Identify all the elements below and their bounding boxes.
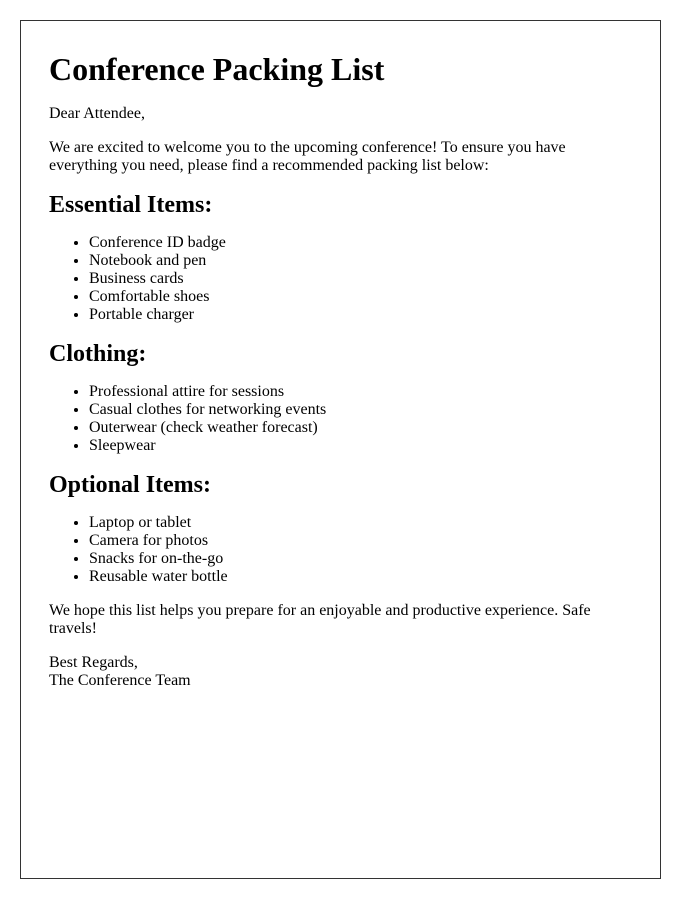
signoff: Best Regards, The Conference Team bbox=[49, 654, 632, 690]
list-item: Camera for photos bbox=[89, 532, 632, 550]
item-list: Laptop or tablet Camera for photos Snack… bbox=[49, 514, 632, 586]
list-item: Notebook and pen bbox=[89, 252, 632, 270]
list-item: Business cards bbox=[89, 270, 632, 288]
item-list: Professional attire for sessions Casual … bbox=[49, 383, 632, 455]
list-item: Outerwear (check weather forecast) bbox=[89, 419, 632, 437]
letter-page: Conference Packing List Dear Attendee, W… bbox=[20, 20, 661, 879]
list-item: Professional attire for sessions bbox=[89, 383, 632, 401]
section-heading: Clothing: bbox=[49, 341, 147, 367]
list-item: Casual clothes for networking events bbox=[89, 401, 632, 419]
section-essential-items: Essential Items: Conference ID badge Not… bbox=[49, 189, 632, 324]
item-list: Conference ID badge Notebook and pen Bus… bbox=[49, 234, 632, 324]
signoff-signature: The Conference Team bbox=[49, 672, 191, 689]
list-item: Reusable water bottle bbox=[89, 568, 632, 586]
list-item: Snacks for on-the-go bbox=[89, 550, 632, 568]
greeting: Dear Attendee, bbox=[49, 105, 145, 122]
intro-paragraph: We are excited to welcome you to the upc… bbox=[49, 139, 566, 174]
list-item: Laptop or tablet bbox=[89, 514, 632, 532]
list-item: Conference ID badge bbox=[89, 234, 632, 252]
list-item: Sleepwear bbox=[89, 437, 632, 455]
section-heading: Optional Items: bbox=[49, 472, 211, 498]
list-item: Portable charger bbox=[89, 306, 632, 324]
section-clothing: Clothing: Professional attire for sessio… bbox=[49, 338, 632, 455]
page-title: Conference Packing List bbox=[49, 51, 385, 87]
list-item: Comfortable shoes bbox=[89, 288, 632, 306]
signoff-salutation: Best Regards, bbox=[49, 654, 138, 671]
closing-paragraph: We hope this list helps you prepare for … bbox=[49, 602, 591, 637]
section-optional-items: Optional Items: Laptop or tablet Camera … bbox=[49, 469, 632, 586]
section-heading: Essential Items: bbox=[49, 192, 213, 218]
